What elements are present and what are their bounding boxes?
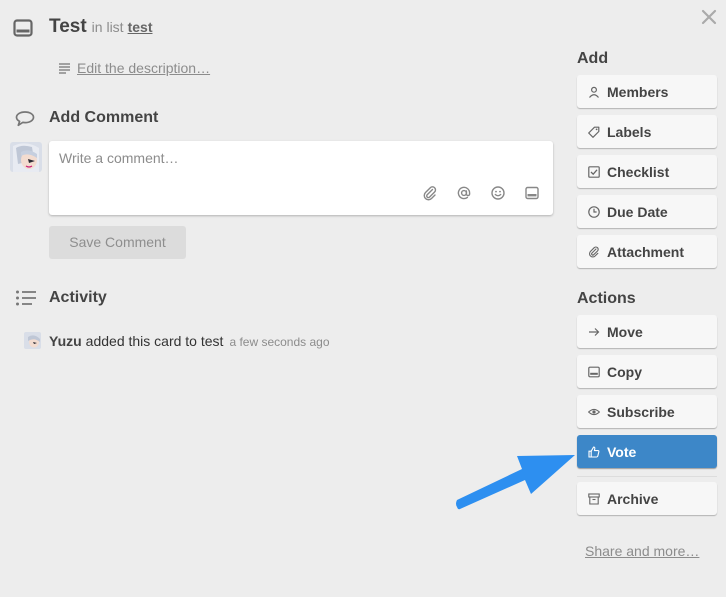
in-list-text: in list [91, 19, 124, 35]
card-attach-icon[interactable] [524, 185, 540, 201]
description-icon [58, 62, 71, 74]
attachment-button[interactable]: Attachment [577, 235, 717, 268]
activity-action-text: added this card to test [85, 333, 224, 349]
copy-button[interactable]: Copy [577, 355, 717, 388]
actions-heading: Actions [577, 290, 636, 307]
members-button[interactable]: Members [577, 75, 717, 108]
arrow-right-icon [588, 326, 600, 338]
thumbs-up-icon [588, 445, 600, 458]
activity-heading: Activity [49, 289, 107, 306]
avatar[interactable] [10, 142, 42, 172]
add-comment-heading: Add Comment [49, 109, 159, 126]
move-label: Move [607, 323, 643, 340]
due-date-button[interactable]: Due Date [577, 195, 717, 228]
card-title[interactable]: Test [49, 16, 87, 38]
add-heading: Add [577, 50, 609, 67]
due-date-label: Due Date [607, 203, 668, 220]
tag-icon [588, 126, 600, 138]
paperclip-icon[interactable] [422, 185, 438, 201]
card-icon [588, 366, 600, 378]
subscribe-label: Subscribe [607, 403, 675, 420]
comment-bubble-icon [14, 109, 36, 129]
move-button[interactable]: Move [577, 315, 717, 348]
activity-entry: Yuzu added this card to test a few secon… [49, 333, 330, 349]
activity-user[interactable]: Yuzu [49, 333, 82, 349]
attachment-label: Attachment [607, 243, 685, 260]
share-and-more-link[interactable]: Share and more… [585, 543, 699, 559]
person-icon [588, 86, 600, 98]
members-label: Members [607, 83, 669, 100]
clock-icon [588, 205, 600, 218]
archive-label: Archive [607, 490, 659, 507]
close-icon[interactable] [700, 8, 718, 26]
pointer-arrow-icon [455, 449, 585, 519]
checkbox-icon [588, 165, 600, 178]
archive-box-icon [588, 492, 600, 505]
list-link[interactable]: test [128, 19, 153, 35]
save-comment-button[interactable]: Save Comment [49, 226, 186, 259]
card-title-row: Test in list test [49, 16, 152, 38]
avatar[interactable] [24, 332, 41, 349]
eye-icon [588, 406, 600, 418]
emoji-smiley-icon[interactable] [490, 185, 506, 201]
copy-label: Copy [607, 363, 642, 380]
vote-label: Vote [607, 443, 637, 460]
archive-button[interactable]: Archive [577, 482, 717, 515]
labels-button[interactable]: Labels [577, 115, 717, 148]
comment-composer [49, 141, 553, 215]
checklist-label: Checklist [607, 163, 670, 180]
paperclip-icon [588, 246, 600, 258]
mention-at-icon[interactable] [456, 185, 472, 201]
divider [577, 476, 717, 477]
subscribe-button[interactable]: Subscribe [577, 395, 717, 428]
vote-button[interactable]: Vote [577, 435, 717, 468]
checklist-button[interactable]: Checklist [577, 155, 717, 188]
comment-input[interactable] [59, 150, 539, 180]
activity-list-icon [15, 289, 37, 307]
activity-timestamp[interactable]: a few seconds ago [229, 335, 329, 349]
edit-description-link[interactable]: Edit the description… [77, 60, 210, 76]
labels-label: Labels [607, 123, 652, 140]
card-icon [13, 18, 33, 38]
